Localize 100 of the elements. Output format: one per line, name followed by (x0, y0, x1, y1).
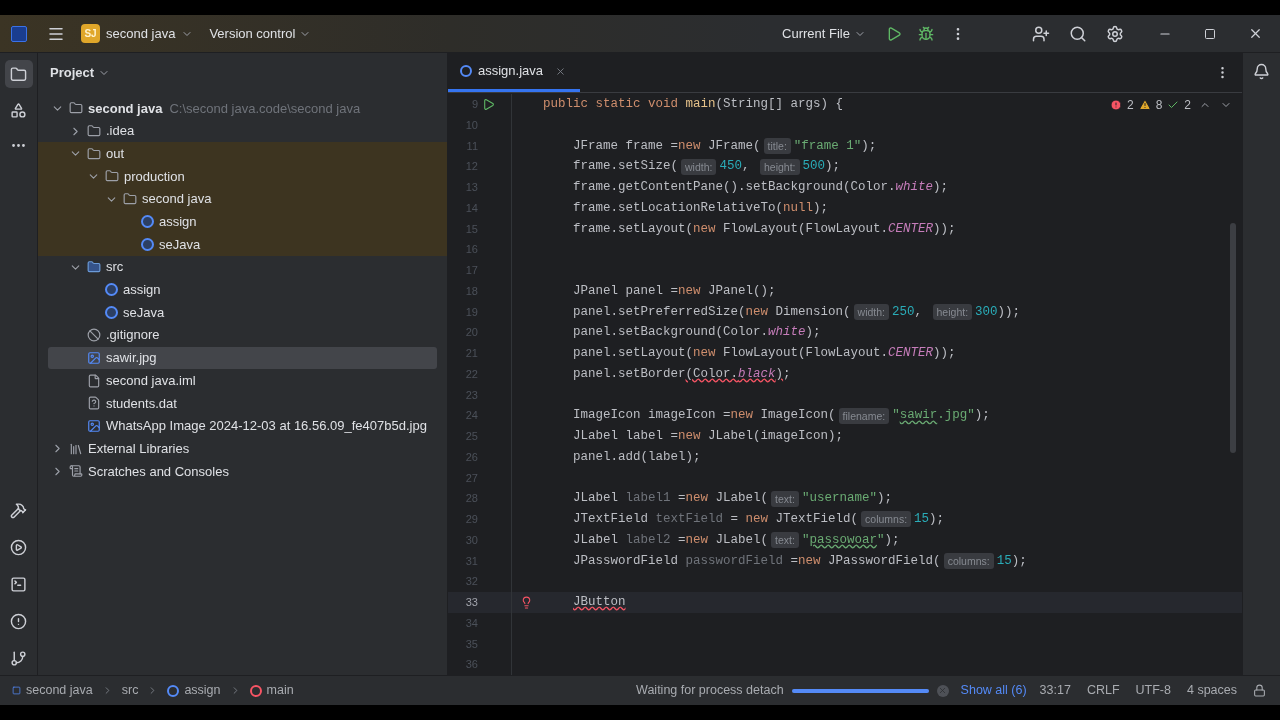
ok-count: 2 (1184, 97, 1191, 114)
editor-tab[interactable]: assign.java (448, 53, 581, 92)
tree-label: second java (142, 190, 212, 209)
tree-item[interactable]: .idea (38, 119, 447, 143)
tree-item[interactable]: Scratches and Consoles (38, 460, 447, 483)
project-selector[interactable]: SJ second java (75, 19, 200, 48)
code-editor[interactable] (448, 93, 1242, 675)
library-icon (69, 441, 83, 456)
problems-icon[interactable] (10, 613, 27, 630)
project-tool-button[interactable] (4, 60, 33, 88)
tree-item[interactable]: External Libraries (38, 437, 447, 460)
tree-item[interactable]: production (38, 165, 447, 188)
folder-icon (10, 65, 27, 83)
indent-setting[interactable]: 4 spaces (1186, 681, 1237, 700)
file-icon (87, 373, 101, 388)
terminal-icon[interactable] (10, 576, 27, 593)
method-icon (249, 684, 262, 697)
code-line: panel.add(label); (573, 448, 701, 466)
tree-label: src (106, 258, 124, 277)
line-ending[interactable]: CRLF (1086, 681, 1120, 700)
tree-label: students.dat (106, 394, 177, 413)
tree-label: production (124, 167, 185, 186)
code-line: JFrame frame =new JFrame( title: "frame 1"); (573, 136, 877, 156)
breadcrumb[interactable]: second java (12, 681, 93, 700)
code-line: JLabel label =new JLabel(imageIcon); (573, 428, 844, 445)
tree-item[interactable]: second java.iml (38, 369, 447, 392)
class-icon (141, 237, 154, 251)
warning-count: 8 (1155, 97, 1163, 114)
class-icon (105, 306, 118, 320)
caret-position[interactable]: 33:17 (1039, 681, 1071, 700)
folder-icon (123, 192, 137, 207)
tree-item[interactable]: second java C:\second java.code\second java (38, 97, 447, 120)
class-icon (141, 215, 154, 229)
tree-item[interactable]: sawir.jpg (48, 346, 437, 370)
tree-path: C:\second java.code\second java (169, 99, 361, 118)
run-icon[interactable] (886, 25, 902, 42)
tree-item[interactable]: second java (38, 187, 447, 211)
tree-label: seJava (123, 303, 165, 322)
app-logo-icon[interactable] (11, 25, 27, 42)
breadcrumb[interactable]: main (249, 681, 294, 700)
tree-item[interactable]: assign (38, 278, 447, 302)
notifications-icon[interactable] (1253, 63, 1270, 80)
tree-label: assign (123, 281, 161, 300)
scrollbar-thumb[interactable] (1230, 223, 1236, 453)
vcs-selector[interactable]: Version control (203, 19, 318, 48)
panel-title[interactable]: Project (50, 63, 95, 83)
parameter-hint: height: (932, 303, 973, 320)
tree-item[interactable]: assign (38, 210, 447, 234)
breadcrumb[interactable]: src (121, 681, 139, 700)
error-bulb-icon[interactable] (520, 595, 533, 609)
code-line: panel.setBackground(Color.white); (573, 324, 821, 342)
code-line: panel.setLayout(new FlowLayout(FlowLayout.CENTER)); (573, 345, 956, 362)
code-line: frame.getContentPane().setBackground(Color.white); (573, 179, 949, 196)
tree-item[interactable]: src (38, 255, 447, 279)
unknown-file-icon (87, 396, 101, 411)
process-status: Waiting for process detach (636, 682, 784, 700)
breadcrumb[interactable]: assign (167, 681, 221, 700)
tree-item[interactable]: seJava (38, 301, 447, 324)
error-count: 2 (1126, 97, 1134, 114)
settings-icon[interactable] (1106, 24, 1124, 43)
file-encoding[interactable]: UTF-8 (1135, 681, 1171, 700)
tree-item[interactable]: WhatsApp Image 2024-12-03 at 16.56.09_fe407b5d.jpg (38, 414, 447, 438)
tree-label: seJava (159, 235, 201, 254)
tree-item[interactable]: students.dat (38, 391, 447, 415)
parameter-hint: columns: (943, 552, 994, 569)
structure-icon[interactable] (10, 102, 27, 119)
services-icon[interactable] (10, 539, 27, 556)
parameter-hint: title: (763, 137, 791, 154)
close-icon[interactable] (1248, 26, 1263, 41)
parameter-hint: columns: (861, 511, 912, 528)
code-line: public static void main(String[] args) { (543, 96, 844, 113)
tree-label: sawir.jpg (106, 349, 157, 368)
check-icon (1167, 99, 1180, 111)
folder-icon (87, 124, 101, 139)
tree-item[interactable]: seJava (38, 233, 447, 256)
tree-label: second java.iml (106, 371, 196, 390)
maximize-icon[interactable] (1204, 27, 1216, 40)
build-icon[interactable] (10, 502, 27, 519)
class-icon (460, 65, 472, 77)
tree-label: External Libraries (88, 439, 190, 458)
scratches-icon (69, 464, 83, 479)
run-icon[interactable] (481, 97, 495, 111)
folder-icon (87, 260, 101, 275)
add-user-icon[interactable] (1032, 24, 1050, 43)
module-icon (12, 686, 21, 695)
tree-label: second java (88, 99, 163, 118)
show-all-link[interactable]: Show all (6) (960, 681, 1027, 700)
lock-icon[interactable] (1253, 684, 1266, 697)
debug-icon[interactable] (918, 25, 934, 42)
tree-item[interactable]: out (38, 142, 447, 166)
project-badge: SJ (81, 24, 100, 43)
run-config-selector[interactable]: Current File (776, 19, 872, 48)
close-icon[interactable] (555, 65, 567, 77)
search-icon[interactable] (1069, 24, 1087, 43)
class-icon (105, 283, 118, 297)
module-folder-icon (69, 101, 83, 116)
tree-label: WhatsApp Image 2024-12-03 at 16.56.09_fe407b5d.jpg (106, 417, 427, 436)
git-icon[interactable] (10, 650, 27, 667)
parameter-hint: height: (760, 158, 800, 175)
tree-item[interactable]: .gitignore (38, 323, 447, 347)
